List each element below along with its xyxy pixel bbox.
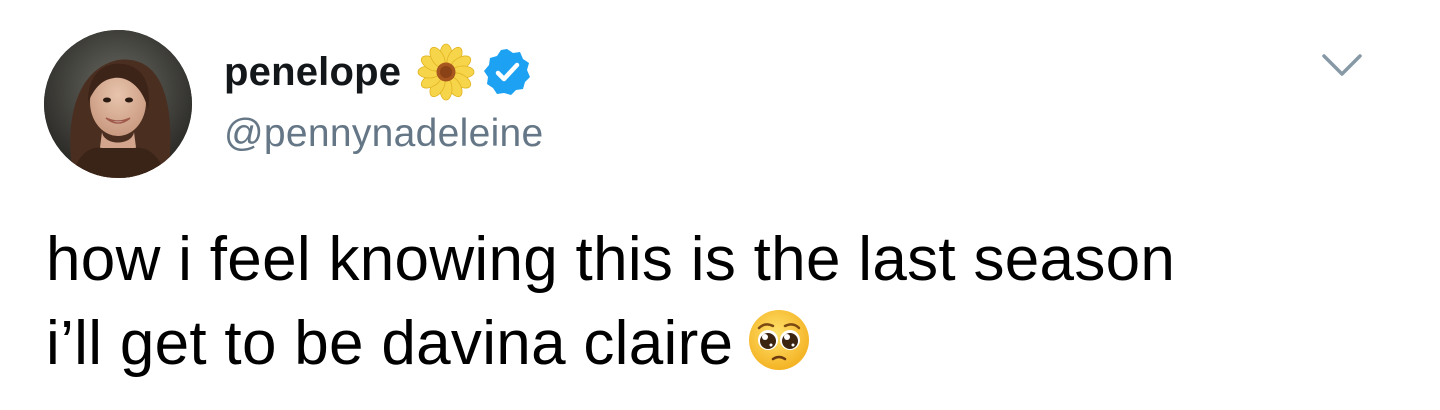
author-handle[interactable]: @pennynadeleine [224,112,544,156]
display-name[interactable]: penelope [224,50,401,95]
tweet-text-line-2: i’ll get to be davina claire [46,302,1416,386]
pleading-face-icon [749,310,810,370]
verified-badge-icon [484,49,531,95]
tweet-text-line-1: how i feel knowing this is the last seas… [46,225,1176,294]
tweet-text: how i feel knowing this is the last seas… [46,218,1416,386]
tweet-card: penelope @pennynadeleine how i feel know… [0,0,1440,410]
tweet-text-line-2-content: i’ll get to be davina claire [46,309,734,378]
chevron-down-icon[interactable] [1318,44,1366,84]
author-name-row: penelope [224,40,533,104]
avatar[interactable] [44,30,192,178]
avatar-image [44,30,192,178]
sunflower-icon [417,43,475,101]
